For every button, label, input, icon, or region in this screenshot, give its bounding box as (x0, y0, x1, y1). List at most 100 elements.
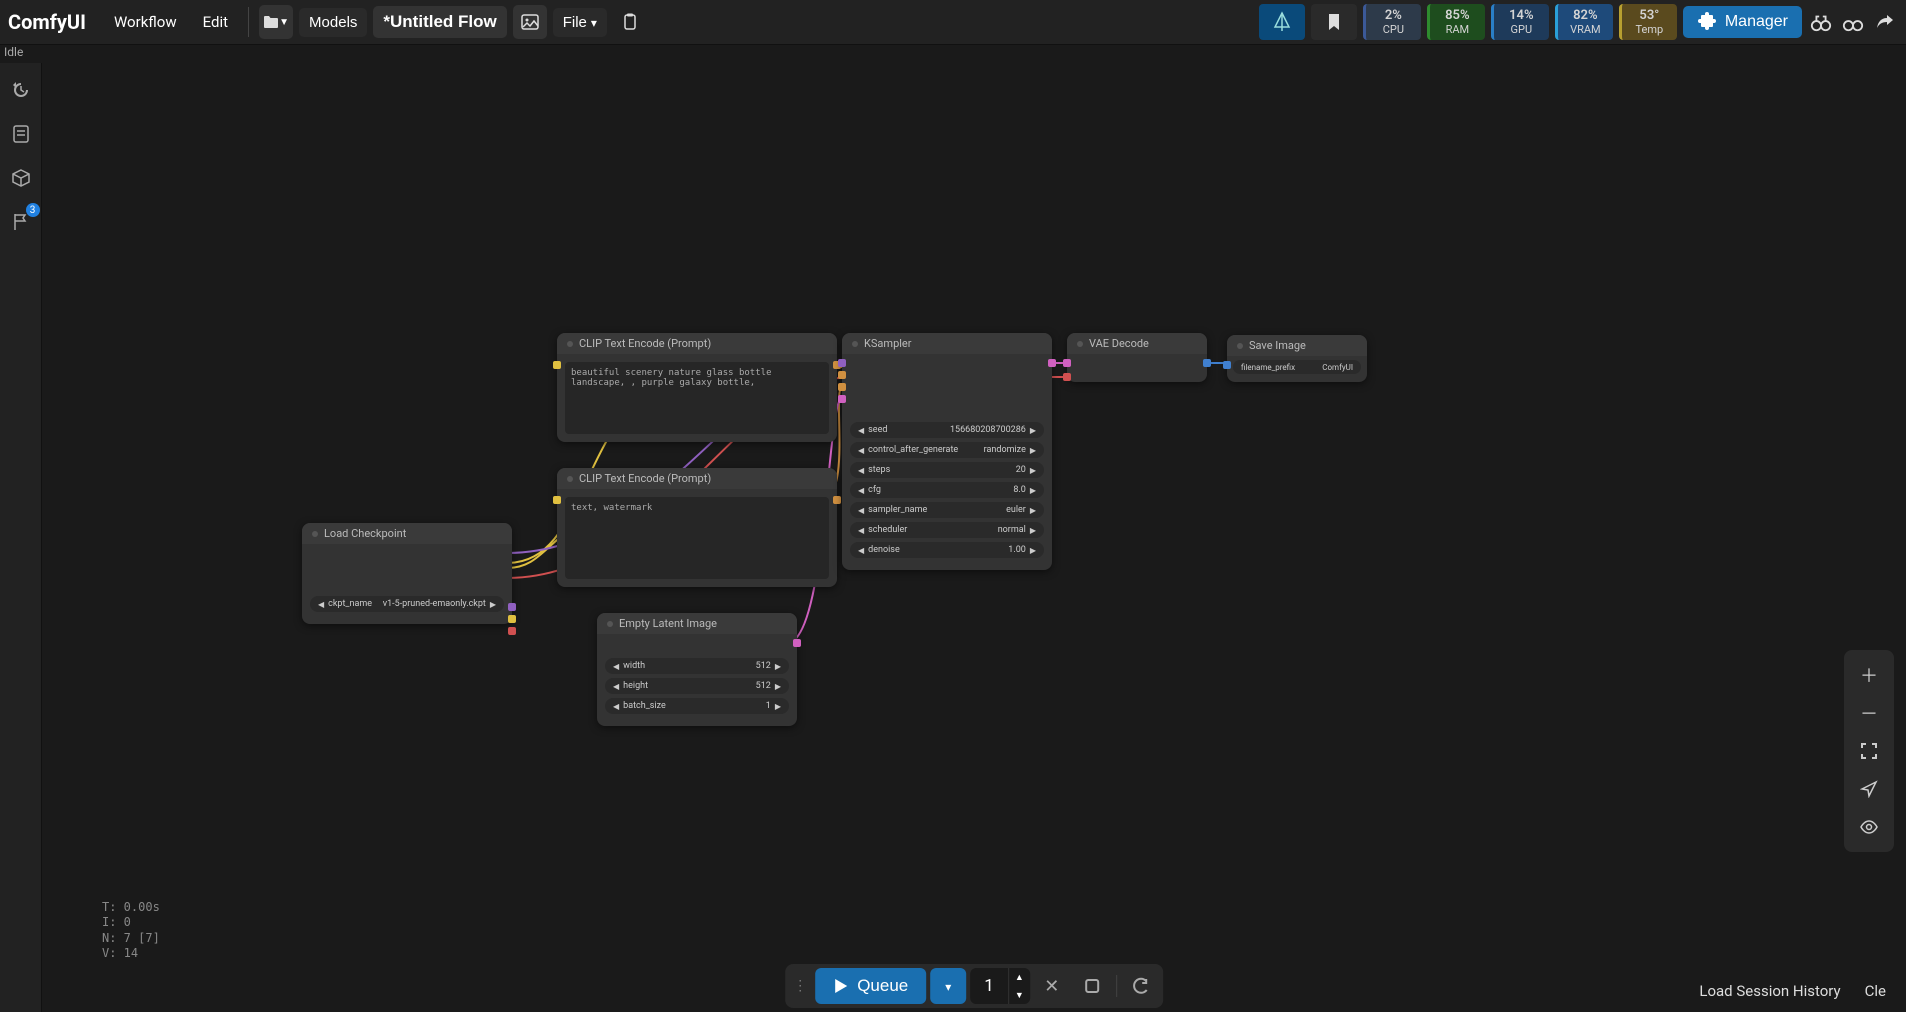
stat-vram: 82% VRAM (1555, 4, 1613, 40)
port-clip[interactable] (508, 615, 516, 623)
param-filename-prefix[interactable]: filename_prefix ComfyUI (1233, 360, 1361, 374)
count-up[interactable]: ▲ (1008, 968, 1030, 986)
search-right-icon[interactable] (1840, 9, 1866, 35)
node-canvas[interactable]: Load Checkpoint ◀ ckpt_name v1-5-pruned-… (42, 63, 1906, 1012)
file-menu[interactable]: File (553, 8, 607, 37)
clear-link[interactable]: Cle (1865, 982, 1886, 1000)
param-row[interactable]: ◀batch_size1▶ (605, 698, 789, 714)
stat-cpu: 2% CPU (1363, 4, 1421, 40)
prompt-text[interactable]: text, watermark (565, 497, 829, 579)
node-empty-latent[interactable]: Empty Latent Image ◀width512▶ ◀height512▶… (597, 613, 797, 726)
node-header[interactable]: Save Image (1227, 335, 1367, 356)
node-header[interactable]: Load Checkpoint (302, 523, 512, 544)
prompt-text[interactable]: beautiful scenery nature glass bottle la… (565, 362, 829, 434)
manager-label: Manager (1725, 13, 1788, 31)
port-clip-in[interactable] (553, 361, 561, 369)
port-latent-out[interactable] (1048, 359, 1056, 367)
param-ckpt-name[interactable]: ◀ ckpt_name v1-5-pruned-emaonly.ckpt ▶ (310, 596, 504, 612)
param-row[interactable]: ◀sampler_nameeuler▶ (850, 502, 1044, 518)
stop-button[interactable] (1074, 968, 1110, 1004)
share-icon[interactable] (1872, 9, 1898, 35)
param-label: filename_prefix (1241, 363, 1295, 372)
sidebar-extensions[interactable]: 3 (8, 209, 34, 235)
port-model[interactable] (508, 603, 516, 611)
search-left-icon[interactable] (1808, 9, 1834, 35)
param-row[interactable]: ◀seed156680208700286▶ (850, 422, 1044, 438)
param-label: ckpt_name (328, 599, 372, 609)
param-row[interactable]: ◀height512▶ (605, 678, 789, 694)
file-label: File (563, 14, 587, 31)
port-vae[interactable] (508, 627, 516, 635)
param-label: batch_size (623, 701, 666, 711)
node-vae-decode[interactable]: VAE Decode (1067, 333, 1207, 382)
node-header[interactable]: CLIP Text Encode (Prompt) (557, 468, 837, 489)
sidebar-box[interactable] (8, 165, 34, 191)
sail-icon (1271, 11, 1293, 33)
param-row[interactable]: ◀denoise1.00▶ (850, 542, 1044, 558)
folder-dropdown[interactable]: ▼ (259, 5, 293, 39)
node-ksampler[interactable]: KSampler ◀seed156680208700286▶ ◀control_a… (842, 333, 1052, 570)
node-title: KSampler (864, 337, 911, 350)
count-down[interactable]: ▼ (1008, 986, 1030, 1004)
node-load-checkpoint[interactable]: Load Checkpoint ◀ ckpt_name v1-5-pruned-… (302, 523, 512, 624)
port-vae-in[interactable] (1063, 373, 1071, 381)
node-clip-positive[interactable]: CLIP Text Encode (Prompt) beautiful scen… (557, 333, 837, 442)
param-row[interactable]: ◀steps20▶ (850, 462, 1044, 478)
param-value: 1 (766, 701, 771, 711)
refresh-button[interactable] (1123, 968, 1159, 1004)
bottom-toolbar[interactable]: ⋮ Queue 1 ▲ ▼ ✕ (785, 964, 1163, 1008)
param-label: cfg (868, 485, 881, 495)
triangle-right-icon: ▶ (775, 682, 781, 691)
sidebar-history[interactable] (8, 77, 34, 103)
param-row[interactable]: ◀schedulernormal▶ (850, 522, 1044, 538)
load-session-link[interactable]: Load Session History (1699, 982, 1840, 1000)
eye-button[interactable] (1850, 808, 1888, 846)
dot-icon (607, 621, 613, 627)
navigate-button[interactable] (1850, 770, 1888, 808)
menu-workflow[interactable]: Workflow (104, 9, 187, 35)
port-images-in[interactable] (1223, 361, 1231, 369)
grip-icon[interactable]: ⋮ (789, 978, 811, 994)
triangle-right-icon: ▶ (490, 600, 496, 609)
param-value: 156680208700286 (950, 425, 1026, 435)
models-button[interactable]: Models (299, 8, 367, 37)
param-row[interactable]: ◀control_after_generaterandomize▶ (850, 442, 1044, 458)
port-conditioning-out[interactable] (833, 496, 841, 504)
menu-edit[interactable]: Edit (193, 9, 238, 35)
port-model-in[interactable] (838, 359, 846, 367)
param-value: normal (998, 525, 1026, 535)
node-header[interactable]: KSampler (842, 333, 1052, 354)
queue-dropdown[interactable] (930, 968, 966, 1004)
node-header[interactable]: Empty Latent Image (597, 613, 797, 634)
sidebar-theme[interactable] (8, 972, 34, 998)
port-latent-out[interactable] (793, 639, 801, 647)
sidebar-notes[interactable] (8, 121, 34, 147)
flag-icon (12, 212, 30, 232)
port-negative-in[interactable] (838, 383, 846, 391)
cancel-button[interactable]: ✕ (1034, 968, 1070, 1004)
stat-t: T: 0.00s (102, 900, 160, 916)
image-button[interactable] (513, 5, 547, 39)
fit-screen-button[interactable] (1850, 732, 1888, 770)
zoom-out-button[interactable]: － (1850, 694, 1888, 732)
node-save-image[interactable]: Save Image filename_prefix ComfyUI (1227, 335, 1367, 382)
node-clip-negative[interactable]: CLIP Text Encode (Prompt) text, watermar… (557, 468, 837, 587)
workflow-title[interactable]: *Untitled Flow (373, 6, 506, 38)
queue-button[interactable]: Queue (815, 968, 926, 1004)
param-row[interactable]: ◀width512▶ (605, 658, 789, 674)
port-image-out[interactable] (1203, 359, 1211, 367)
node-header[interactable]: VAE Decode (1067, 333, 1207, 354)
clipboard-button[interactable] (613, 5, 647, 39)
zoom-in-button[interactable]: ＋ (1850, 656, 1888, 694)
canvas-stats: T: 0.00s I: 0 N: 7 [7] V: 14 (102, 900, 160, 962)
manager-button[interactable]: Manager (1683, 6, 1802, 38)
port-clip-in[interactable] (553, 496, 561, 504)
port-positive-in[interactable] (838, 371, 846, 379)
bookmark-button[interactable] (1311, 4, 1357, 40)
night-mode-indicator[interactable] (1259, 4, 1305, 40)
port-latent-in[interactable] (838, 395, 846, 403)
port-samples-in[interactable] (1063, 359, 1071, 367)
node-header[interactable]: CLIP Text Encode (Prompt) (557, 333, 837, 354)
node-title: CLIP Text Encode (Prompt) (579, 472, 711, 485)
param-row[interactable]: ◀cfg8.0▶ (850, 482, 1044, 498)
